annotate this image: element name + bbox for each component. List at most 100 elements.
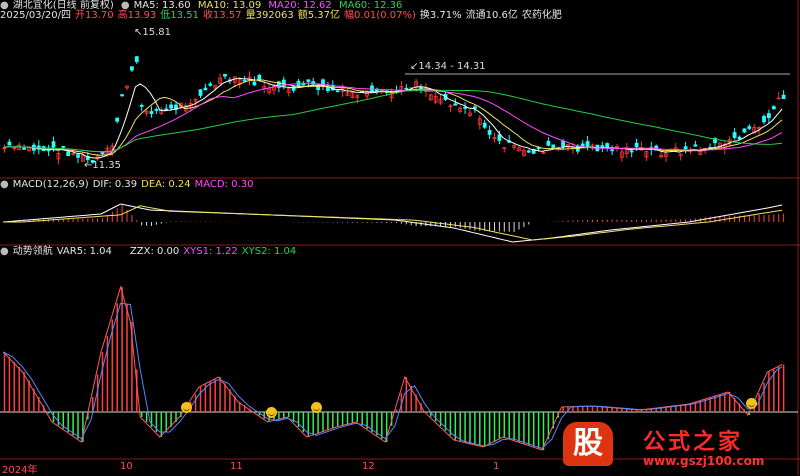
macd-dea: DEA: 0.24 [141, 179, 191, 190]
candle-body [129, 66, 134, 71]
candle-body [203, 87, 208, 91]
candle-body [257, 74, 262, 80]
quote-high: 高13.93 [117, 10, 157, 21]
quote-open: 开13.70 [75, 10, 114, 21]
candle-body [51, 141, 56, 148]
candle-body [115, 117, 120, 122]
axis-label-jan: 1 [493, 461, 500, 472]
candle-body [22, 147, 27, 150]
candle-body [169, 104, 174, 109]
logo-text: 公式之家 [643, 430, 744, 455]
candle-body [693, 144, 698, 147]
indicator-xys1: XYS1: 1.22 [183, 246, 238, 257]
candle-body [737, 136, 742, 140]
candle-body [134, 56, 139, 63]
smile-icon [181, 402, 192, 413]
macd-dea-line [3, 205, 783, 241]
candle-body [497, 134, 502, 141]
candle-body [139, 104, 144, 107]
candle-body [120, 94, 124, 97]
candle-body [419, 87, 423, 89]
quote-industry: 农药化肥 [521, 10, 562, 21]
candle-body [66, 151, 71, 157]
macd-dif-line [2, 203, 783, 243]
axis-label-2024: 2024年 [2, 465, 38, 476]
candle-body [242, 79, 247, 82]
circle-icon: ● [0, 246, 9, 257]
candle-body [683, 146, 688, 150]
macd-value: MACD: 0.30 [194, 179, 254, 190]
candle-body [404, 87, 409, 90]
indicator-var5: VAR5: 1.04 [56, 246, 112, 257]
candle-body [487, 130, 492, 135]
candle-body [76, 154, 80, 158]
logo-gu-icon: 股 [563, 422, 613, 466]
candle-body [732, 132, 737, 138]
circle-icon: ● [0, 179, 9, 190]
quote-low: 低13.51 [160, 10, 199, 21]
smile-icon [746, 398, 757, 409]
macd-name: MACD(12,26,9) [12, 179, 89, 190]
candle-body [742, 128, 747, 133]
candle-body [585, 141, 590, 148]
indicator-name: 动势领航 [12, 246, 53, 257]
candle-body [7, 141, 12, 146]
candle-body [762, 116, 766, 123]
quote-volume: 量392063 [245, 10, 294, 21]
candle-body [629, 150, 634, 153]
candle-body [536, 147, 541, 150]
candle-body [335, 90, 340, 93]
candle-body [208, 83, 213, 86]
axis-label-oct: 10 [120, 461, 133, 472]
macd-dif: DIF: 0.39 [92, 179, 138, 190]
candle-body [463, 106, 468, 109]
candle-body [301, 83, 306, 86]
candle-body [252, 81, 257, 86]
quote-turnover: 换3.71% [419, 10, 462, 21]
low-price-value: 11.35 [92, 160, 122, 171]
stock-chart-canvas[interactable] [0, 0, 800, 475]
candle-body [767, 113, 771, 119]
indicator-header: ● 动势领航 VAR5: 1.04 ZZX: 0.00 XYS1: 1.22 XYS2: … [0, 246, 300, 258]
candle-body [46, 149, 51, 152]
candle-body [164, 108, 169, 111]
candle-body [605, 143, 610, 148]
candle-body [223, 73, 227, 77]
logo-url: www.gszj100.com [643, 454, 765, 468]
indicator-zzx: ZZX: 0.00 [129, 246, 180, 257]
axis-label-dec: 12 [362, 461, 375, 472]
candle-body [154, 109, 159, 111]
candle-body [747, 126, 752, 129]
ma60-line [2, 89, 783, 153]
quote-header: 2025/03/20/四 开13.70 高13.93 低13.51 收13.57 量392… [0, 10, 566, 22]
macd-header: ● MACD(12,26,9) DIF: 0.39 DEA: 0.24 MACD: 0.… [0, 179, 257, 191]
candle-body [61, 145, 66, 148]
candle-body [453, 103, 458, 106]
quote-close: 收13.57 [202, 10, 242, 21]
smile-icon [311, 402, 322, 413]
candle-body [634, 142, 639, 148]
candle-body [561, 140, 565, 148]
high-price-value: 15.81 [142, 27, 172, 38]
candle-body [546, 140, 551, 146]
smile-icon [266, 407, 277, 418]
low-price-label: ←11.35 [84, 160, 122, 171]
candle-body [610, 149, 614, 152]
candle-body [306, 79, 311, 82]
candle-body [781, 94, 786, 99]
axis-label-nov: 11 [230, 461, 243, 472]
candle-body [482, 122, 487, 128]
candle-body [526, 150, 531, 153]
high-price-label: ↖15.81 [134, 27, 172, 38]
site-logo: 股 公式之家 www.gszj100.com [557, 420, 800, 475]
quote-amount: 额5.37亿 [297, 10, 341, 21]
candle-body [551, 144, 556, 149]
candle-body [198, 89, 203, 96]
candle-body [149, 111, 154, 115]
quote-float: 流通10.6亿 [465, 10, 518, 21]
range-value: 14.34 - 14.31 [418, 61, 486, 72]
indicator-xys2: XYS2: 1.04 [241, 246, 297, 257]
range-label: ↙14.34 - 14.31 [410, 61, 486, 72]
quote-change: 幅0.01(0.07%) [344, 10, 416, 21]
quote-date: 2025/03/20/四 [0, 10, 72, 21]
